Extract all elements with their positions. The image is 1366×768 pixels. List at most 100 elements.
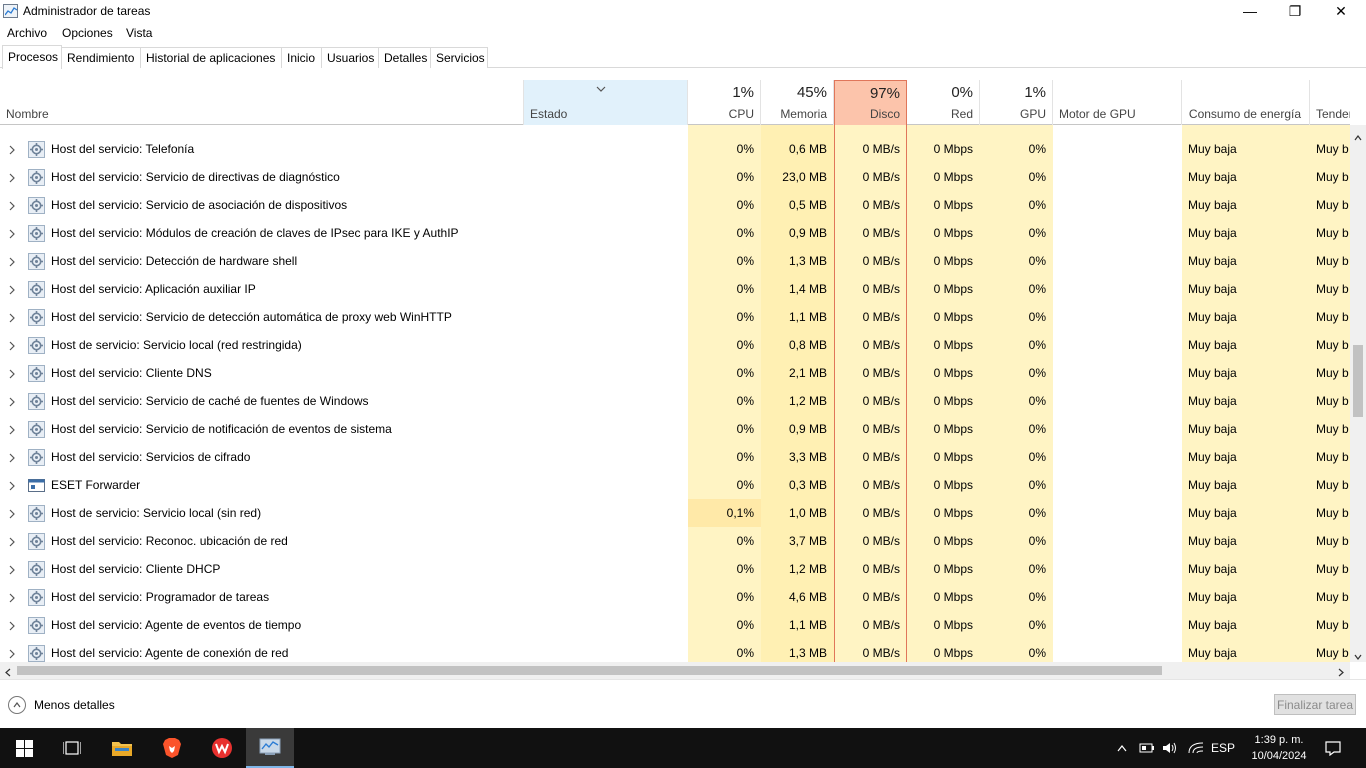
taskbar-task-manager[interactable] [246,728,294,768]
table-row[interactable]: Host del servicio: Servicio de detección… [0,303,1350,331]
menu-opciones[interactable]: Opciones [62,26,113,40]
expand-chevron-icon[interactable] [8,200,16,211]
scroll-right-icon[interactable] [1338,666,1344,680]
header-status[interactable]: Estado [524,80,688,125]
table-row[interactable]: Host de servicio: Servicio local (sin re… [0,499,1350,527]
taskbar-file-explorer[interactable] [98,728,146,768]
table-row[interactable]: Host del servicio: Telefonía 0% 0,6 MB 0 MB… [0,135,1350,163]
task-manager-icon [3,4,18,18]
expand-chevron-icon[interactable] [8,368,16,379]
task-view-button[interactable] [48,728,96,768]
volume-icon[interactable] [1160,728,1180,768]
clock[interactable]: 1:39 p. m. 10/04/2024 [1236,732,1322,764]
maximize-button[interactable]: ❐ [1272,0,1318,22]
header-power[interactable]: Consumo de energía [1182,80,1310,125]
power-value: Muy baja [1188,478,1237,492]
memory-value: 1,1 MB [788,310,827,324]
header-trend[interactable]: Tendenci [1310,80,1350,125]
scroll-down-icon[interactable] [1354,649,1362,663]
table-row[interactable]: Host del servicio: Agente de eventos de … [0,611,1350,639]
tab-historial[interactable]: Historial de aplicaciones [140,47,282,68]
header-cpu[interactable]: 1% CPU [688,80,761,125]
notification-icon[interactable] [1322,728,1344,768]
table-row[interactable]: Host del servicio: Servicio de caché de … [0,387,1350,415]
expand-chevron-icon[interactable] [8,424,16,435]
less-details-button[interactable]: Menos detalles [8,696,115,714]
tab-inicio[interactable]: Inicio [281,47,322,68]
tray-chevron-icon[interactable] [1112,728,1132,768]
cpu-value: 0% [736,170,754,184]
header-name[interactable]: Nombre [0,80,524,125]
table-row[interactable]: Host del servicio: Programador de tareas… [0,583,1350,611]
expand-chevron-icon[interactable] [8,228,16,239]
language-indicator[interactable]: ESP [1210,728,1236,768]
clock-time: 1:39 p. m. [1254,734,1304,746]
tab-usuarios[interactable]: Usuarios [321,47,379,68]
vertical-scroll-thumb[interactable] [1353,345,1363,417]
expand-chevron-icon[interactable] [8,172,16,183]
expand-chevron-icon[interactable] [8,592,16,603]
tab-rendimiento[interactable]: Rendimiento [61,47,141,68]
expand-chevron-icon[interactable] [8,284,16,295]
horizontal-scroll-thumb[interactable] [17,666,1162,675]
battery-icon[interactable] [1137,728,1157,768]
gpu-value: 0% [1028,226,1046,240]
header-gpu-engine[interactable]: Motor de GPU [1053,80,1182,125]
expand-chevron-icon[interactable] [8,480,16,491]
header-network[interactable]: 0% Red [907,80,980,125]
close-button[interactable]: ✕ [1318,0,1364,22]
expand-chevron-icon[interactable] [8,508,16,519]
expand-chevron-icon[interactable] [8,536,16,547]
table-row[interactable]: Host del servicio: Aplicación auxiliar I… [0,275,1350,303]
expand-chevron-icon[interactable] [8,620,16,631]
table-row[interactable]: Host del servicio: Reconoc. ubicación de… [0,527,1350,555]
tab-procesos[interactable]: Procesos [2,45,62,69]
gpu-value: 0% [1028,562,1046,576]
gpu-value: 0% [1028,366,1046,380]
table-row[interactable]: Host del servicio: Módulos de creación d… [0,219,1350,247]
tab-servicios[interactable]: Servicios [430,47,488,68]
header-memory[interactable]: 45% Memoria [761,80,834,125]
tab-detalles[interactable]: Detalles [378,47,431,68]
cpu-value: 0% [736,142,754,156]
trend-value: Muy b [1316,422,1349,436]
table-row[interactable]: ESET Forwarder 0% 0,3 MB 0 MB/s 0 Mbps 0% Muy … [0,471,1350,499]
expand-chevron-icon[interactable] [8,396,16,407]
table-row[interactable]: Host del servicio: Servicios de cifrado 0… [0,443,1350,471]
expand-chevron-icon[interactable] [8,648,16,659]
expand-chevron-icon[interactable] [8,256,16,267]
menu-archivo[interactable]: Archivo [7,26,47,40]
menu-vista[interactable]: Vista [126,26,152,40]
header-disk[interactable]: 97% Disco [834,80,907,125]
table-row[interactable]: Host del servicio: Agente de conexión de… [0,639,1350,662]
wifi-icon[interactable] [1186,728,1206,768]
taskbar-brave[interactable] [148,728,196,768]
horizontal-scrollbar[interactable] [0,662,1350,679]
cpu-value: 0,1% [688,499,761,527]
end-task-button[interactable]: Finalizar tarea [1274,694,1356,715]
table-row[interactable]: Host del servicio: Servicio de notificac… [0,415,1350,443]
vertical-scrollbar[interactable] [1350,125,1366,662]
table-row[interactable]: Host del servicio: Servicio de directiva… [0,163,1350,191]
expand-chevron-icon[interactable] [8,564,16,575]
table-row[interactable]: Host de servicio: Servicio local (red re… [0,331,1350,359]
trend-value: Muy b [1316,562,1349,576]
start-button[interactable] [0,728,48,768]
table-row[interactable]: Host del servicio: Detección de hardware… [0,247,1350,275]
table-row[interactable]: Host del servicio: Servicio de asociació… [0,191,1350,219]
power-value: Muy baja [1188,142,1237,156]
expand-chevron-icon[interactable] [8,312,16,323]
taskbar-wps[interactable] [198,728,246,768]
minimize-button[interactable]: — [1227,0,1273,22]
table-row[interactable]: Host del servicio: Cliente DHCP 0% 1,2 MB 0… [0,555,1350,583]
scroll-left-icon[interactable] [5,666,11,680]
expand-chevron-icon[interactable] [8,340,16,351]
gpu-value: 0% [1028,534,1046,548]
header-gpu[interactable]: 1% GPU [980,80,1053,125]
scroll-up-icon[interactable] [1354,130,1362,144]
gear-icon [28,589,45,606]
expand-chevron-icon[interactable] [8,144,16,155]
gear-icon [28,197,45,214]
table-row[interactable]: Host del servicio: Cliente DNS 0% 2,1 MB 0 … [0,359,1350,387]
expand-chevron-icon[interactable] [8,452,16,463]
